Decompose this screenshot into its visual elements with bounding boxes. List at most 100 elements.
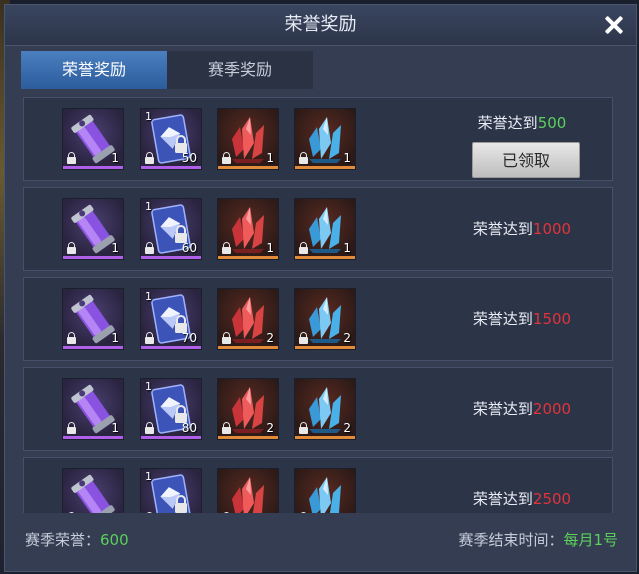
item-quantity: 2 [266, 421, 274, 435]
requirement-value: 1000 [532, 220, 572, 238]
reward-row: 1 1 60 1 1 荣誉达到1000 [23, 187, 613, 271]
reward-list[interactable]: 1 1 50 1 1 荣誉达到500 已领取 1 1 60 1 1 荣誉达到1000 1 1 70 2 2 荣誉达到… [23, 91, 627, 513]
claimed-button[interactable]: 已领取 [472, 142, 580, 178]
requirement-label: 荣誉达到 [472, 490, 533, 508]
lock-icon [67, 242, 76, 254]
item-quantity: 1 [111, 241, 119, 255]
reward-item[interactable] [294, 468, 356, 513]
honor-requirement: 荣誉达到2000 [432, 398, 612, 419]
reward-item[interactable]: 1 [62, 378, 124, 440]
item-quantity: 1 [343, 151, 351, 165]
requirement-label: 荣誉达到 [472, 310, 533, 328]
rarity-bar [141, 436, 201, 439]
item-quantity: 1 [266, 241, 274, 255]
reward-item[interactable]: 1 70 [140, 288, 202, 350]
honor-requirement: 荣誉达到500 [432, 112, 612, 133]
rarity-bar [218, 166, 278, 169]
reward-item[interactable] [62, 468, 124, 513]
reward-item[interactable]: 1 [62, 288, 124, 350]
lock-icon [222, 152, 231, 164]
reward-item[interactable]: 2 [217, 288, 279, 350]
lock-icon [145, 422, 154, 434]
item-quantity: 50 [181, 151, 197, 165]
reward-item[interactable]: 1 [217, 198, 279, 260]
rarity-bar [63, 166, 123, 169]
honor-rewards-panel: 荣誉奖励 荣誉奖励 赛季奖励 1 1 50 1 1 荣誉达到500 已领取 1 1 60 1 1 荣誉达… [4, 4, 637, 572]
rarity-bar [295, 346, 355, 349]
title-bar: 荣誉奖励 [5, 5, 636, 46]
rarity-bar [63, 346, 123, 349]
item-quantity: 2 [343, 331, 351, 345]
tab-honor-rewards[interactable]: 荣誉奖励 [21, 51, 167, 89]
close-icon[interactable] [600, 11, 628, 39]
rarity-bar [218, 346, 278, 349]
item-quantity: 1 [111, 151, 119, 165]
reward-item[interactable]: 1 [217, 108, 279, 170]
item-quantity: 1 [343, 241, 351, 255]
reward-item[interactable] [217, 468, 279, 513]
lock-icon [145, 242, 154, 254]
honor-requirement: 荣誉达到1000 [432, 218, 612, 239]
reward-item[interactable]: 2 [217, 378, 279, 440]
item-quantity: 1 [111, 331, 119, 345]
item-quantity: 2 [266, 331, 274, 345]
item-level: 1 [145, 200, 152, 213]
rarity-bar [218, 436, 278, 439]
item-quantity: 1 [266, 151, 274, 165]
reward-item[interactable]: 1 [62, 198, 124, 260]
lock-icon [67, 422, 76, 434]
rarity-bar [218, 256, 278, 259]
item-level: 1 [145, 290, 152, 303]
rarity-bar [295, 436, 355, 439]
item-level: 1 [145, 470, 152, 483]
rarity-bar [141, 256, 201, 259]
lock-icon [222, 332, 231, 344]
reward-item[interactable]: 1 [294, 198, 356, 260]
lock-icon [299, 332, 308, 344]
requirement-label: 荣誉达到 [477, 114, 538, 132]
reward-item[interactable]: 1 [140, 468, 202, 513]
item-level: 1 [145, 110, 152, 123]
reward-row: 1 1 50 1 1 荣誉达到500 已领取 [23, 97, 613, 181]
honor-requirement: 荣誉达到2500 [432, 488, 612, 509]
rarity-bar [63, 436, 123, 439]
rarity-bar [295, 166, 355, 169]
lock-icon [222, 422, 231, 434]
lock-icon [299, 152, 308, 164]
requirement-label: 荣誉达到 [472, 220, 533, 238]
item-quantity: 2 [343, 421, 351, 435]
reward-row: 1 1 80 2 2 荣誉达到2000 [23, 367, 613, 451]
reward-item[interactable]: 1 80 [140, 378, 202, 440]
season-honor-value: 600 [100, 531, 129, 549]
season-honor-label: 赛季荣誉： [25, 531, 101, 549]
item-level: 1 [145, 380, 152, 393]
reward-item[interactable]: 2 [294, 288, 356, 350]
lock-icon [67, 152, 76, 164]
item-quantity: 1 [111, 421, 119, 435]
requirement-value: 2500 [532, 490, 572, 508]
reward-item[interactable]: 1 [62, 108, 124, 170]
lock-icon [145, 152, 154, 164]
reward-item[interactable]: 1 50 [140, 108, 202, 170]
rarity-bar [141, 166, 201, 169]
season-end-time: 赛季结束时间：每月1号 [458, 529, 618, 550]
item-quantity: 70 [181, 331, 197, 345]
reward-item[interactable]: 2 [294, 378, 356, 440]
tab-season-rewards[interactable]: 赛季奖励 [167, 51, 313, 89]
lock-icon [145, 332, 154, 344]
reward-item[interactable]: 1 [294, 108, 356, 170]
panel-title: 荣誉奖励 [284, 14, 357, 35]
requirement-value: 2000 [532, 400, 572, 418]
reward-item[interactable]: 1 60 [140, 198, 202, 260]
reward-row: 1 荣誉达到2500 [23, 457, 613, 513]
reward-row: 1 1 70 2 2 荣誉达到1500 [23, 277, 613, 361]
lock-icon [67, 332, 76, 344]
honor-requirement: 荣誉达到1500 [432, 308, 612, 329]
requirement-value: 500 [537, 114, 567, 132]
rarity-bar [141, 346, 201, 349]
requirement-label: 荣誉达到 [472, 400, 533, 418]
rarity-bar [63, 256, 123, 259]
season-end-label: 赛季结束时间： [458, 531, 564, 549]
item-quantity: 60 [181, 241, 197, 255]
lock-icon [222, 242, 231, 254]
